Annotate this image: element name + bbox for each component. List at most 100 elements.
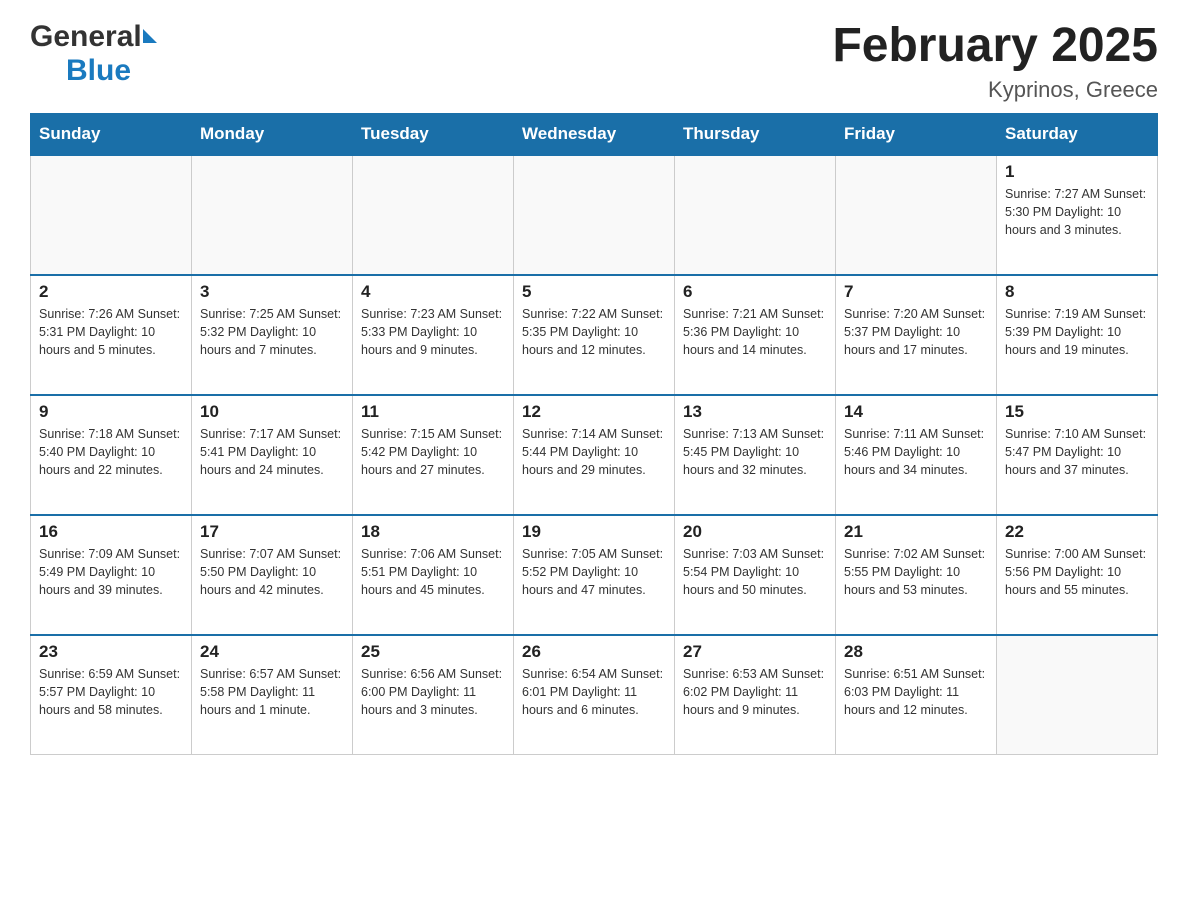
day-number: 23 — [39, 642, 183, 662]
day-number: 10 — [200, 402, 344, 422]
day-info: Sunrise: 7:06 AM Sunset: 5:51 PM Dayligh… — [361, 545, 505, 599]
day-cell: 8 Sunrise: 7:19 AM Sunset: 5:39 PM Daylig… — [997, 275, 1158, 395]
day-cell — [514, 155, 675, 275]
day-info: Sunrise: 7:15 AM Sunset: 5:42 PM Dayligh… — [361, 425, 505, 479]
logo-arrow-icon — [143, 29, 157, 43]
day-number: 13 — [683, 402, 827, 422]
day-cell: 20 Sunrise: 7:03 AM Sunset: 5:54 PM Dayli… — [675, 515, 836, 635]
day-info: Sunrise: 7:07 AM Sunset: 5:50 PM Dayligh… — [200, 545, 344, 599]
week-row-5: 23 Sunrise: 6:59 AM Sunset: 5:57 PM Dayli… — [31, 635, 1158, 755]
day-cell: 6Sunrise: 7:21 AM Sunset: 5:36 PM Daylig… — [675, 275, 836, 395]
day-number: 8 — [1005, 282, 1149, 302]
day-number: 12 — [522, 402, 666, 422]
day-info: Sunrise: 7:14 AM Sunset: 5:44 PM Dayligh… — [522, 425, 666, 479]
logo-general-text: General — [30, 20, 142, 54]
day-info: Sunrise: 6:51 AM Sunset: 6:03 PM Dayligh… — [844, 665, 988, 719]
week-row-2: 2Sunrise: 7:26 AM Sunset: 5:31 PM Daylig… — [31, 275, 1158, 395]
week-row-4: 16 Sunrise: 7:09 AM Sunset: 5:49 PM Dayli… — [31, 515, 1158, 635]
day-number: 27 — [683, 642, 827, 662]
day-cell: 25 Sunrise: 6:56 AM Sunset: 6:00 PM Dayli… — [353, 635, 514, 755]
day-number: 17 — [200, 522, 344, 542]
day-info: Sunrise: 6:59 AM Sunset: 5:57 PM Dayligh… — [39, 665, 183, 719]
day-info: Sunrise: 6:53 AM Sunset: 6:02 PM Dayligh… — [683, 665, 827, 719]
day-number: 6 — [683, 282, 827, 302]
day-cell: 12 Sunrise: 7:14 AM Sunset: 5:44 PM Dayli… — [514, 395, 675, 515]
weekday-header-row: SundayMondayTuesdayWednesdayThursdayFrid… — [31, 113, 1158, 155]
day-info: Sunrise: 7:17 AM Sunset: 5:41 PM Dayligh… — [200, 425, 344, 479]
day-cell: 17 Sunrise: 7:07 AM Sunset: 5:50 PM Dayli… — [192, 515, 353, 635]
day-info: Sunrise: 7:11 AM Sunset: 5:46 PM Dayligh… — [844, 425, 988, 479]
logo-blue-text: Blue — [66, 54, 131, 88]
day-number: 14 — [844, 402, 988, 422]
day-number: 16 — [39, 522, 183, 542]
weekday-header-friday: Friday — [836, 113, 997, 155]
day-cell — [192, 155, 353, 275]
day-cell: 10 Sunrise: 7:17 AM Sunset: 5:41 PM Dayli… — [192, 395, 353, 515]
day-info: Sunrise: 7:18 AM Sunset: 5:40 PM Dayligh… — [39, 425, 183, 479]
day-number: 15 — [1005, 402, 1149, 422]
day-info: Sunrise: 7:22 AM Sunset: 5:35 PM Dayligh… — [522, 305, 666, 359]
day-info: Sunrise: 7:05 AM Sunset: 5:52 PM Dayligh… — [522, 545, 666, 599]
day-cell: 15 Sunrise: 7:10 AM Sunset: 5:47 PM Dayli… — [997, 395, 1158, 515]
day-number: 25 — [361, 642, 505, 662]
day-cell: 26Sunrise: 6:54 AM Sunset: 6:01 PM Dayli… — [514, 635, 675, 755]
day-cell: 5 Sunrise: 7:22 AM Sunset: 5:35 PM Daylig… — [514, 275, 675, 395]
day-cell — [675, 155, 836, 275]
week-row-1: 1 Sunrise: 7:27 AM Sunset: 5:30 PM Daylig… — [31, 155, 1158, 275]
day-cell: 4 Sunrise: 7:23 AM Sunset: 5:33 PM Daylig… — [353, 275, 514, 395]
day-info: Sunrise: 6:54 AM Sunset: 6:01 PM Dayligh… — [522, 665, 666, 719]
day-number: 18 — [361, 522, 505, 542]
day-number: 11 — [361, 402, 505, 422]
day-info: Sunrise: 7:23 AM Sunset: 5:33 PM Dayligh… — [361, 305, 505, 359]
weekday-header-wednesday: Wednesday — [514, 113, 675, 155]
day-cell: 1 Sunrise: 7:27 AM Sunset: 5:30 PM Daylig… — [997, 155, 1158, 275]
day-number: 22 — [1005, 522, 1149, 542]
day-cell: 27 Sunrise: 6:53 AM Sunset: 6:02 PM Dayli… — [675, 635, 836, 755]
day-number: 7 — [844, 282, 988, 302]
day-cell: 2Sunrise: 7:26 AM Sunset: 5:31 PM Daylig… — [31, 275, 192, 395]
day-info: Sunrise: 7:19 AM Sunset: 5:39 PM Dayligh… — [1005, 305, 1149, 359]
day-info: Sunrise: 7:25 AM Sunset: 5:32 PM Dayligh… — [200, 305, 344, 359]
day-number: 21 — [844, 522, 988, 542]
day-number: 9 — [39, 402, 183, 422]
day-cell: 23 Sunrise: 6:59 AM Sunset: 5:57 PM Dayli… — [31, 635, 192, 755]
day-info: Sunrise: 7:09 AM Sunset: 5:49 PM Dayligh… — [39, 545, 183, 599]
day-info: Sunrise: 6:57 AM Sunset: 5:58 PM Dayligh… — [200, 665, 344, 719]
day-info: Sunrise: 7:20 AM Sunset: 5:37 PM Dayligh… — [844, 305, 988, 359]
day-cell: 18 Sunrise: 7:06 AM Sunset: 5:51 PM Dayli… — [353, 515, 514, 635]
month-title: February 2025 — [832, 20, 1158, 73]
title-block: February 2025 Kyprinos, Greece — [832, 20, 1158, 103]
day-info: Sunrise: 6:56 AM Sunset: 6:00 PM Dayligh… — [361, 665, 505, 719]
location: Kyprinos, Greece — [832, 77, 1158, 103]
day-cell: 19 Sunrise: 7:05 AM Sunset: 5:52 PM Dayli… — [514, 515, 675, 635]
day-info: Sunrise: 7:00 AM Sunset: 5:56 PM Dayligh… — [1005, 545, 1149, 599]
logo: General Blue — [30, 20, 157, 88]
day-cell: 3Sunrise: 7:25 AM Sunset: 5:32 PM Daylig… — [192, 275, 353, 395]
day-cell: 21Sunrise: 7:02 AM Sunset: 5:55 PM Dayli… — [836, 515, 997, 635]
day-info: Sunrise: 7:27 AM Sunset: 5:30 PM Dayligh… — [1005, 185, 1149, 239]
day-number: 20 — [683, 522, 827, 542]
weekday-header-saturday: Saturday — [997, 113, 1158, 155]
day-number: 5 — [522, 282, 666, 302]
day-cell — [836, 155, 997, 275]
weekday-header-tuesday: Tuesday — [353, 113, 514, 155]
day-cell — [353, 155, 514, 275]
day-number: 28 — [844, 642, 988, 662]
day-number: 24 — [200, 642, 344, 662]
day-cell — [997, 635, 1158, 755]
day-number: 19 — [522, 522, 666, 542]
day-cell: 7 Sunrise: 7:20 AM Sunset: 5:37 PM Daylig… — [836, 275, 997, 395]
day-number: 4 — [361, 282, 505, 302]
day-number: 1 — [1005, 162, 1149, 182]
day-info: Sunrise: 7:13 AM Sunset: 5:45 PM Dayligh… — [683, 425, 827, 479]
day-info: Sunrise: 7:03 AM Sunset: 5:54 PM Dayligh… — [683, 545, 827, 599]
day-cell: 11 Sunrise: 7:15 AM Sunset: 5:42 PM Dayli… — [353, 395, 514, 515]
calendar-table: SundayMondayTuesdayWednesdayThursdayFrid… — [30, 113, 1158, 756]
day-info: Sunrise: 7:26 AM Sunset: 5:31 PM Dayligh… — [39, 305, 183, 359]
day-cell: 28 Sunrise: 6:51 AM Sunset: 6:03 PM Dayli… — [836, 635, 997, 755]
day-cell: 16 Sunrise: 7:09 AM Sunset: 5:49 PM Dayli… — [31, 515, 192, 635]
weekday-header-thursday: Thursday — [675, 113, 836, 155]
day-cell: 14 Sunrise: 7:11 AM Sunset: 5:46 PM Dayli… — [836, 395, 997, 515]
day-cell: 13 Sunrise: 7:13 AM Sunset: 5:45 PM Dayli… — [675, 395, 836, 515]
day-info: Sunrise: 7:10 AM Sunset: 5:47 PM Dayligh… — [1005, 425, 1149, 479]
